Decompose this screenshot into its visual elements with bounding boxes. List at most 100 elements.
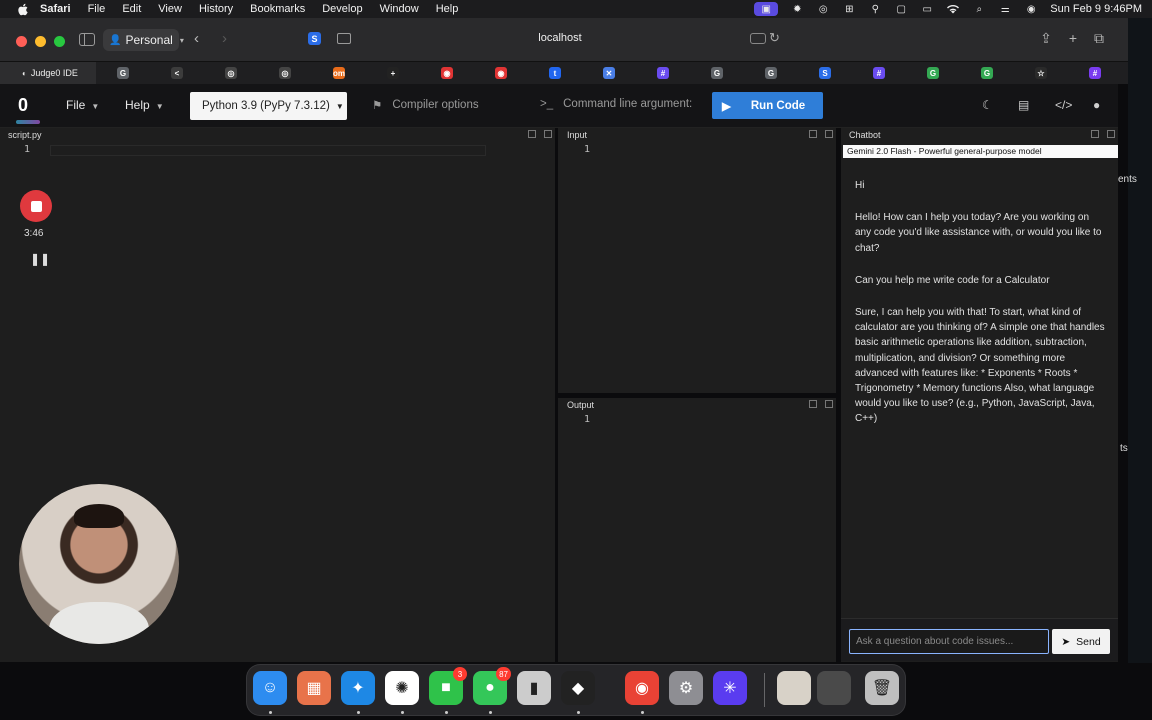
close-panel-icon[interactable] <box>1107 130 1115 138</box>
sidebar-toggle-icon[interactable] <box>79 33 95 46</box>
reload-icon[interactable]: ↻ <box>769 30 780 46</box>
minimize-window-button[interactable] <box>35 36 46 47</box>
window-icon[interactable]: ▢ <box>894 3 908 15</box>
close-panel-icon[interactable] <box>825 400 833 408</box>
tool-icon[interactable]: ▮ <box>517 671 551 705</box>
facetime-icon[interactable]: ■ 3 <box>429 667 467 705</box>
menu-history[interactable]: History <box>199 3 233 15</box>
embed-code-icon[interactable]: </> <box>1055 98 1072 112</box>
tab-favicon-6[interactable]: ◉ <box>420 62 474 84</box>
output-panel[interactable]: Output 1 <box>558 398 836 662</box>
close-panel-icon[interactable] <box>544 130 552 138</box>
tab-favicon-14[interactable]: # <box>852 62 906 84</box>
safari-icon[interactable]: ✦ <box>341 671 375 705</box>
judge0-logo-icon[interactable]: 0 <box>18 95 36 117</box>
openai-icon: ◎ <box>279 67 291 79</box>
screen-record-icon[interactable]: ▣ <box>754 2 779 16</box>
tab-favicon-9[interactable]: ✕ <box>582 62 636 84</box>
sun-icon[interactable]: ✹ <box>790 3 804 15</box>
car-icon[interactable]: ⊞ <box>842 3 856 15</box>
menu-develop[interactable]: Develop <box>322 3 362 15</box>
menu-window[interactable]: Window <box>380 3 419 15</box>
tab-favicon-10[interactable]: # <box>636 62 690 84</box>
tab-favicon-1[interactable]: < <box>150 62 204 84</box>
search-icon[interactable]: ⌕ <box>972 3 986 15</box>
new-tab-plus-icon[interactable]: + <box>1069 30 1077 47</box>
menu-edit[interactable]: Edit <box>122 3 141 15</box>
tab-favicon-15[interactable]: G <box>906 62 960 84</box>
control-center-icon[interactable]: ⚌ <box>998 3 1012 15</box>
github-icon[interactable]: ● <box>1093 98 1100 112</box>
menu-view[interactable]: View <box>158 3 182 15</box>
wifi-icon[interactable] <box>946 3 960 15</box>
tab-favicon-18[interactable]: # <box>1068 62 1122 84</box>
menubar-clock[interactable]: Sun Feb 9 9:46PM <box>1050 3 1142 15</box>
tab-favicon-5[interactable]: + <box>366 62 420 84</box>
downloads-stack-icon[interactable] <box>817 671 851 705</box>
address-bar[interactable]: localhost <box>480 32 640 44</box>
maximize-panel-icon[interactable] <box>809 400 817 408</box>
chat-model-selector[interactable]: Gemini 2.0 Flash - Powerful general-purp… <box>843 145 1118 158</box>
share-icon[interactable]: ⇪ <box>1040 30 1052 47</box>
tab-favicon-7[interactable]: ◉ <box>474 62 528 84</box>
zoom-window-button[interactable] <box>54 36 65 47</box>
apple-logo-icon[interactable] <box>16 2 30 16</box>
perplexity-icon[interactable]: ✳ <box>713 671 747 705</box>
plus-square-icon: + <box>387 67 399 79</box>
system-settings-icon[interactable]: ⚙ <box>669 671 703 705</box>
tab-favicon-16[interactable]: G <box>960 62 1014 84</box>
tab-favicon-13[interactable]: S <box>798 62 852 84</box>
tab-favicon-8[interactable]: t <box>528 62 582 84</box>
forward-arrow-icon[interactable]: › <box>222 30 227 47</box>
compiler-options-field[interactable]: ⚑ Compiler options <box>372 98 479 112</box>
pause-icon[interactable]: ❚❚ <box>30 252 50 266</box>
tab-judge0-ide[interactable]: ◐ Judge0 IDE <box>0 62 96 84</box>
maximize-panel-icon[interactable] <box>809 130 817 138</box>
battery-icon[interactable]: ▭ <box>920 3 934 15</box>
close-window-button[interactable] <box>16 36 27 47</box>
back-arrow-icon[interactable]: ‹ <box>194 30 199 47</box>
tab-favicon-11[interactable]: G <box>690 62 744 84</box>
send-button[interactable]: ➤ Send <box>1052 629 1110 654</box>
menu-app-name[interactable]: Safari <box>40 3 71 15</box>
menu-file[interactable]: File <box>88 3 106 15</box>
reader-mode-icon[interactable] <box>337 33 351 44</box>
tab-favicon-0[interactable]: G <box>96 62 150 84</box>
profile-switcher[interactable]: 👤 Personal ▾ <box>103 29 184 51</box>
user-icon[interactable]: ◉ <box>1024 3 1038 15</box>
file-menu[interactable]: File ▼ <box>66 98 99 112</box>
tab-favicon-12[interactable]: G <box>744 62 798 84</box>
theme-toggle-moon-icon[interactable]: ☾ <box>982 98 993 112</box>
help-menu[interactable]: Help ▼ <box>125 98 164 112</box>
chat-input[interactable] <box>849 629 1049 654</box>
input-panel[interactable]: Input 1 <box>558 128 836 393</box>
close-panel-icon[interactable] <box>825 130 833 138</box>
tab-favicon-3[interactable]: ◎ <box>258 62 312 84</box>
chrome-icon[interactable]: ◉ <box>625 671 659 705</box>
layout-icon[interactable]: ▤ <box>1018 98 1029 112</box>
run-code-button[interactable]: ▶ Run Code <box>712 92 823 119</box>
background-window-text: ts <box>1120 443 1128 454</box>
maximize-panel-icon[interactable] <box>528 130 536 138</box>
language-select[interactable]: Python 3.9 (PyPy 7.3.12) ▼ <box>190 92 347 120</box>
messages-icon[interactable]: ● 87 <box>473 667 511 705</box>
command-line-args-field[interactable]: >_ Command line argument: <box>540 98 692 110</box>
tab-overview-icon[interactable]: ⧉ <box>1094 30 1104 47</box>
translate-icon[interactable] <box>750 33 766 44</box>
openai-status-icon[interactable]: ◎ <box>816 3 830 15</box>
chatgpt-icon[interactable]: ✺ <box>385 671 419 705</box>
maximize-panel-icon[interactable] <box>1091 130 1099 138</box>
finder-icon[interactable]: ☺ <box>253 671 287 705</box>
stop-recording-button[interactable] <box>20 190 52 222</box>
menu-bookmarks[interactable]: Bookmarks <box>250 3 305 15</box>
trash-icon[interactable]: 🗑 <box>865 671 899 705</box>
launchpad-icon[interactable]: ▦ <box>297 671 331 705</box>
tab-favicon-4[interactable]: om <box>312 62 366 84</box>
photo-thumbnail-icon[interactable] <box>777 671 811 705</box>
menu-help[interactable]: Help <box>436 3 459 15</box>
figure-icon[interactable]: ⚲ <box>868 3 882 15</box>
tab-favicon-2[interactable]: ◎ <box>204 62 258 84</box>
tab-favicon-17[interactable]: ☆ <box>1014 62 1068 84</box>
shield-icon: ◉ <box>441 67 453 79</box>
unity-icon[interactable]: ◆ <box>561 671 595 705</box>
